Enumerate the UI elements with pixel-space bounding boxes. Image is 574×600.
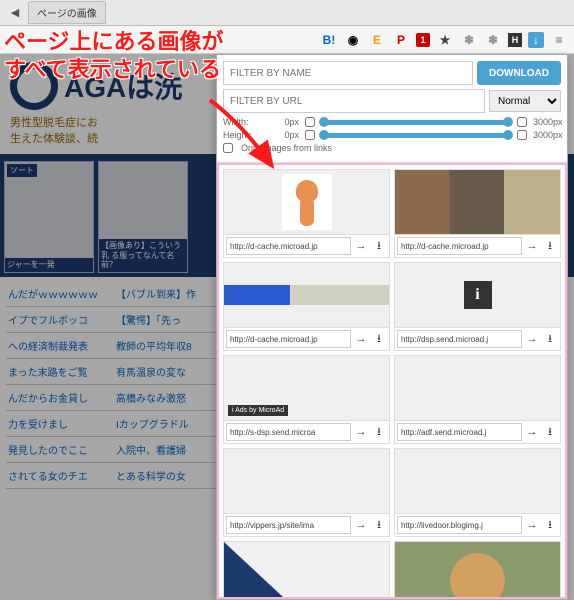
thumbnail[interactable] (395, 449, 560, 513)
filter-url-input[interactable] (223, 89, 485, 113)
ext-p-icon[interactable]: P (392, 31, 410, 49)
download-button[interactable]: DOWNLOAD (477, 61, 561, 85)
image-url-input[interactable] (226, 330, 351, 348)
download-icon[interactable]: ⭳ (542, 424, 558, 440)
snow-icon-2[interactable]: ❄ (484, 31, 502, 49)
image-url-input[interactable] (226, 423, 351, 441)
open-icon[interactable]: → (353, 331, 369, 347)
image-item: i →⭳ (394, 262, 561, 351)
width-slider[interactable] (321, 120, 511, 125)
download-icon[interactable]: ⭳ (542, 331, 558, 347)
open-icon[interactable]: → (524, 238, 540, 254)
hatena-icon[interactable]: B! (320, 31, 338, 49)
image-item: →⭳ (223, 541, 390, 599)
image-item: →⭳ (394, 355, 561, 444)
open-icon[interactable]: → (524, 424, 540, 440)
star-icon[interactable]: ★ (436, 31, 454, 49)
image-item: →⭳ (394, 169, 561, 258)
filter-name-input[interactable] (223, 61, 473, 85)
thumbnail[interactable] (395, 542, 560, 599)
download-icon[interactable]: ⭳ (371, 424, 387, 440)
open-icon[interactable]: → (353, 517, 369, 533)
image-downloader-icon[interactable]: ↓ (528, 32, 544, 48)
panel-controls: DOWNLOAD Normal Width: 0px 3000px Height… (217, 55, 567, 163)
thumbnail[interactable] (395, 356, 560, 420)
mode-select[interactable]: Normal (489, 90, 561, 112)
only-links-checkbox[interactable] (223, 143, 233, 153)
image-item: →⭳ (394, 448, 561, 537)
thumbnail[interactable] (395, 170, 560, 234)
back-button[interactable]: ◀ (4, 3, 26, 23)
height-min-value: 0px (271, 130, 299, 140)
thumbnail[interactable] (224, 449, 389, 513)
download-icon[interactable]: ⭳ (542, 517, 558, 533)
article-card[interactable]: 【画像あり】こういう乳 る服ってなんて名前？ (98, 161, 188, 273)
image-url-input[interactable] (226, 237, 351, 255)
thumbnail[interactable] (224, 542, 389, 599)
target-icon[interactable]: ◉ (344, 31, 362, 49)
width-max-value: 3000px (533, 117, 561, 127)
article-card[interactable]: ソート ジャーを一発 (4, 161, 94, 273)
download-icon[interactable]: ⭳ (371, 517, 387, 533)
image-url-input[interactable] (397, 237, 522, 255)
browser-tab-bar: ◀ ページの画像 (0, 0, 574, 26)
badge-1-icon[interactable]: 1 (416, 33, 430, 47)
image-item: →⭳ (223, 262, 390, 351)
site-logo-text: AGAは洗 (64, 66, 182, 106)
thumbnail[interactable] (224, 170, 389, 234)
height-max-checkbox[interactable] (517, 130, 527, 140)
open-icon[interactable]: → (524, 331, 540, 347)
download-icon[interactable]: ⭳ (542, 238, 558, 254)
width-min-value: 0px (271, 117, 299, 127)
only-links-label: Only images from links (241, 143, 332, 153)
image-item: →⭳ (394, 541, 561, 599)
height-label: Height: (223, 130, 265, 140)
download-icon[interactable]: ⭳ (371, 331, 387, 347)
image-item: i Ads by MicroAd →⭳ (223, 355, 390, 444)
thumbnail[interactable]: i (395, 263, 560, 327)
open-icon[interactable]: → (353, 238, 369, 254)
download-icon[interactable]: ⭳ (371, 238, 387, 254)
height-min-checkbox[interactable] (305, 130, 315, 140)
width-max-checkbox[interactable] (517, 117, 527, 127)
site-logo-icon (10, 62, 58, 110)
image-grid: →⭳ →⭳ →⭳ i →⭳ i Ads by MicroAd →⭳ →⭳ →⭳ … (217, 163, 567, 599)
thumbnail[interactable]: i Ads by MicroAd (224, 356, 389, 420)
height-slider[interactable] (321, 133, 511, 138)
width-label: Width: (223, 117, 265, 127)
image-url-input[interactable] (226, 516, 351, 534)
height-max-value: 3000px (533, 130, 561, 140)
width-min-checkbox[interactable] (305, 117, 315, 127)
menu-icon[interactable]: ≡ (550, 31, 568, 49)
image-item: →⭳ (223, 448, 390, 537)
browser-tab[interactable]: ページの画像 (28, 1, 106, 24)
image-downloader-panel: DOWNLOAD Normal Width: 0px 3000px Height… (216, 54, 568, 600)
thumbnail[interactable] (224, 263, 389, 327)
ext-e-icon[interactable]: E (368, 31, 386, 49)
snow-icon-1[interactable]: ❄ (460, 31, 478, 49)
image-url-input[interactable] (397, 516, 522, 534)
image-url-input[interactable] (397, 330, 522, 348)
image-item: →⭳ (223, 169, 390, 258)
open-icon[interactable]: → (353, 424, 369, 440)
extension-toolbar: B! ◉ E P 1 ★ ❄ ❄ H ↓ ≡ (0, 26, 574, 54)
ext-h-icon[interactable]: H (508, 33, 522, 47)
image-url-input[interactable] (397, 423, 522, 441)
open-icon[interactable]: → (524, 517, 540, 533)
